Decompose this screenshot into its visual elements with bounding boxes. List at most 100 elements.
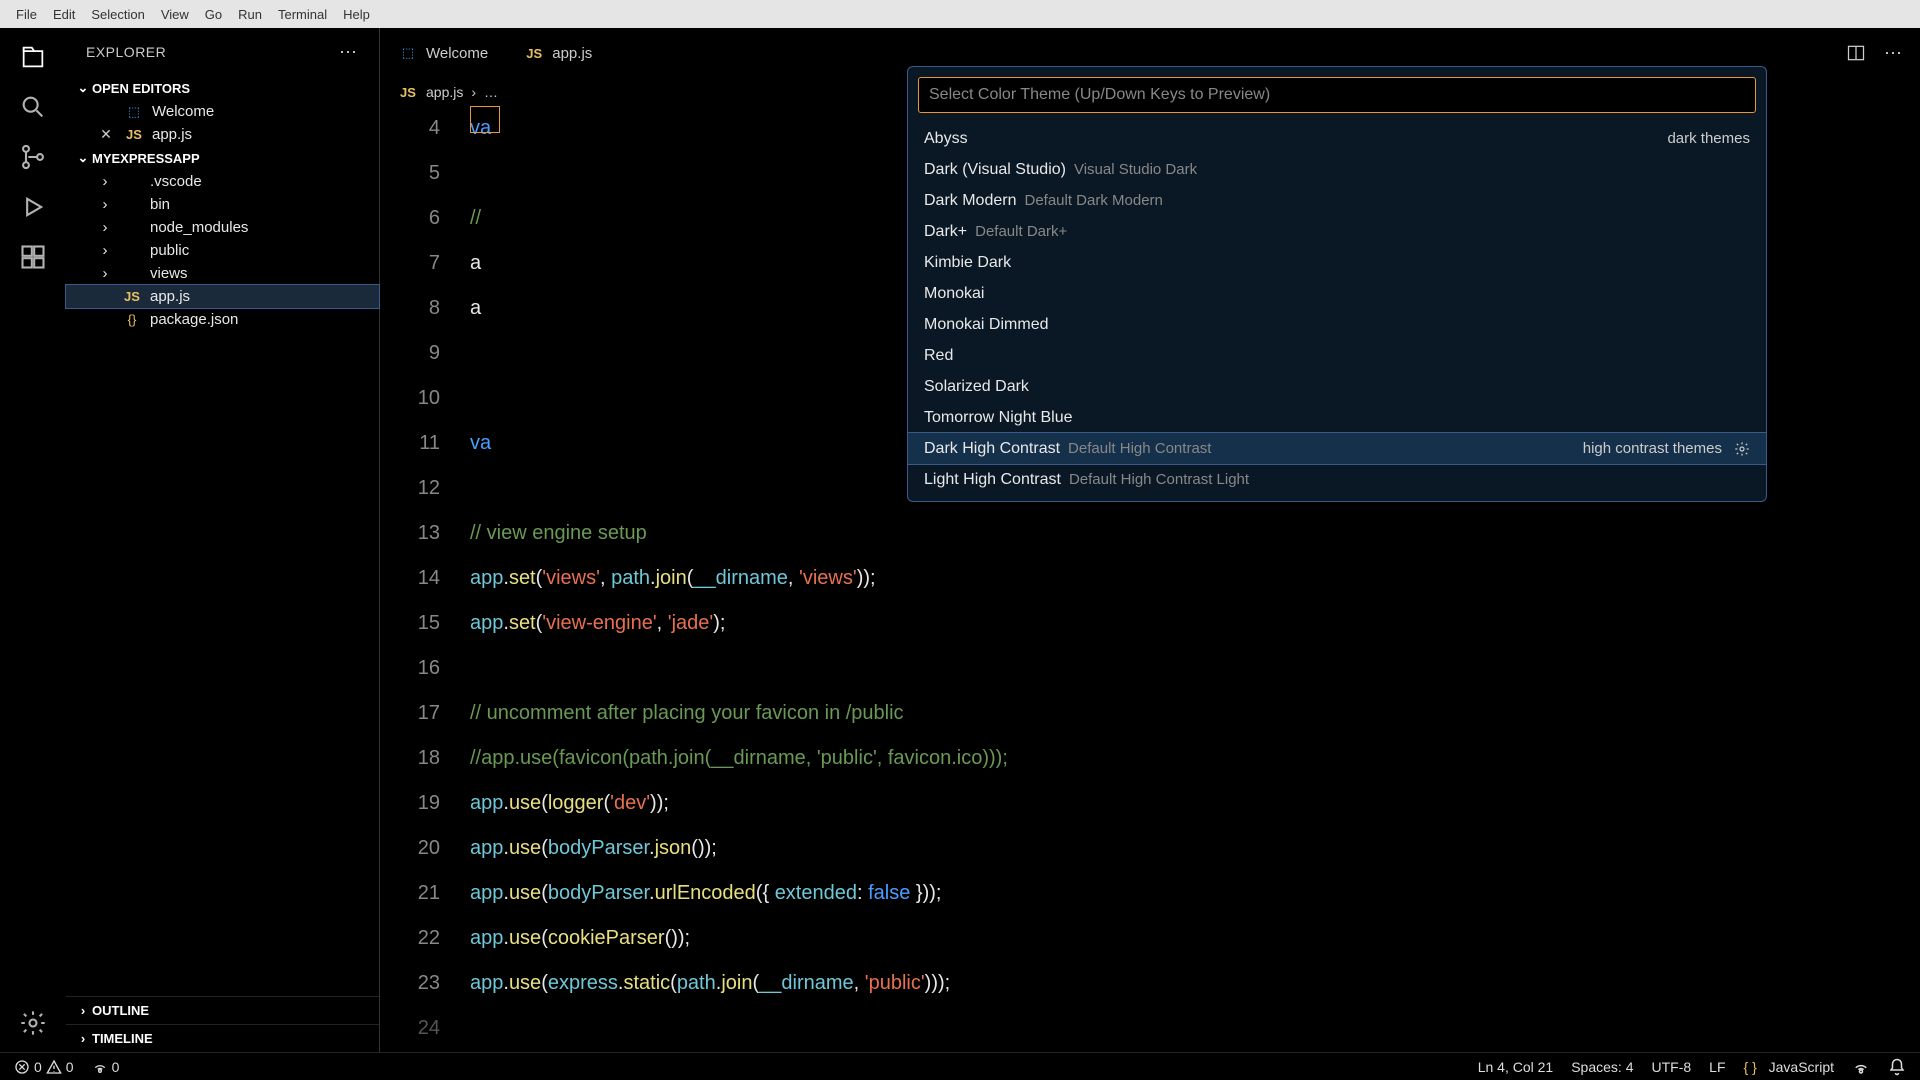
extensions-icon[interactable] (16, 240, 50, 274)
chevron-right-icon: › (96, 219, 114, 236)
menu-go[interactable]: Go (197, 7, 230, 22)
theme-label: Dark High Contrast (924, 440, 1060, 458)
cursor-position[interactable]: Ln 4, Col 21 (1478, 1059, 1554, 1075)
activity-bar (0, 28, 66, 1052)
open-editor-item[interactable]: ⬚Welcome (66, 100, 379, 123)
js-file-icon: JS (524, 46, 544, 61)
search-icon[interactable] (16, 90, 50, 124)
theme-sublabel: Default High Contrast (1068, 440, 1211, 457)
chevron-right-icon: › (96, 196, 114, 213)
menu-selection[interactable]: Selection (83, 7, 152, 22)
feedback-icon[interactable] (1852, 1058, 1870, 1076)
timeline-header[interactable]: › TIMELINE (66, 1024, 379, 1052)
more-icon[interactable]: ⋯ (339, 42, 359, 63)
folder-item[interactable]: › public (66, 239, 379, 262)
theme-option[interactable]: Dark ModernDefault Dark Modern (908, 185, 1766, 216)
theme-sublabel: Default Dark+ (975, 223, 1067, 240)
tab-label: Welcome (426, 45, 488, 62)
theme-option[interactable]: Monokai Dimmed (908, 309, 1766, 340)
tab-welcome[interactable]: ⬚ Welcome (380, 28, 506, 78)
open-editor-item[interactable]: ✕JSapp.js (66, 123, 379, 146)
theme-option[interactable]: Red (908, 340, 1766, 371)
file-label: .vscode (150, 173, 202, 190)
js-file-icon: JS (122, 289, 142, 304)
theme-search-input[interactable]: Select Color Theme (Up/Down Keys to Prev… (918, 77, 1756, 113)
gear-icon[interactable] (1734, 441, 1750, 457)
theme-option[interactable]: Kimbie Dark (908, 247, 1766, 278)
encoding[interactable]: UTF-8 (1651, 1059, 1691, 1075)
theme-label: Red (924, 347, 953, 365)
more-actions-icon[interactable]: ⋯ (1884, 43, 1902, 64)
tab-app.js[interactable]: JS app.js (506, 28, 610, 78)
menu-view[interactable]: View (153, 7, 197, 22)
split-editor-icon[interactable] (1846, 43, 1866, 63)
notifications-icon[interactable] (1888, 1058, 1906, 1076)
menu-run[interactable]: Run (230, 7, 270, 22)
vscode-icon: ⬚ (398, 45, 418, 61)
menu-file[interactable]: File (8, 7, 45, 22)
eol[interactable]: LF (1709, 1059, 1725, 1075)
file-label: views (150, 265, 188, 282)
source-control-icon[interactable] (16, 140, 50, 174)
cursor-highlight (470, 106, 500, 133)
indentation[interactable]: Spaces: 4 (1571, 1059, 1633, 1075)
theme-option[interactable]: Monokai (908, 278, 1766, 309)
theme-label: Solarized Dark (924, 378, 1029, 396)
menu-edit[interactable]: Edit (45, 7, 83, 22)
sidebar-title: EXPLORER ⋯ (66, 28, 379, 76)
chevron-right-icon: › (96, 265, 114, 282)
tab-label: app.js (552, 45, 592, 62)
run-debug-icon[interactable] (16, 190, 50, 224)
menu-terminal[interactable]: Terminal (270, 7, 335, 22)
folder-item[interactable]: › views (66, 262, 379, 285)
json-file-icon: {} (122, 312, 142, 327)
theme-option[interactable]: Abyssdark themes (908, 123, 1766, 154)
theme-option[interactable]: Tomorrow Night Blue (908, 402, 1766, 433)
vscode-icon: ⬚ (124, 104, 144, 120)
theme-option[interactable]: Light High Contrast Default High Contrast… (908, 464, 1766, 495)
menu-help[interactable]: Help (335, 7, 378, 22)
theme-label: Light High Contrast (924, 471, 1061, 489)
statusbar: 0 0 0 Ln 4, Col 21 Spaces: 4 UTF-8 LF { … (0, 1052, 1920, 1080)
theme-option[interactable]: Dark High ContrastDefault High Contrasth… (908, 433, 1766, 464)
theme-sublabel: Default High Contrast Light (1069, 471, 1249, 488)
open-editors-header[interactable]: ⌄ OPEN EDITORS (66, 76, 379, 100)
theme-label: Dark (Visual Studio) (924, 161, 1066, 179)
line-numbers: 456789101112131415161718192021222324 (380, 106, 470, 1052)
menubar: FileEditSelectionViewGoRunTerminalHelp (0, 0, 1920, 28)
file-label: app.js (152, 126, 192, 143)
file-item[interactable]: JS app.js (66, 285, 379, 308)
theme-option[interactable]: Dark (Visual Studio) Visual Studio Dark (908, 154, 1766, 185)
editor: ⬚WelcomeJSapp.js⋯ JS app.js › … 45678910… (380, 28, 1920, 1052)
file-label: public (150, 242, 189, 259)
theme-category: dark themes (1667, 130, 1750, 147)
port-status[interactable]: 0 (92, 1059, 120, 1075)
theme-option[interactable]: Dark+Default Dark+ (908, 216, 1766, 247)
chevron-right-icon: › (96, 242, 114, 259)
folder-item[interactable]: ›bin (66, 193, 379, 216)
chevron-down-icon: ⌄ (74, 150, 92, 166)
workspace-header[interactable]: ⌄ MYEXPRESSAPP (66, 146, 379, 170)
problems-status[interactable]: 0 0 (14, 1059, 74, 1075)
folder-item[interactable]: ›node_modules (66, 216, 379, 239)
js-file-icon: JS (398, 85, 418, 100)
theme-label: Monokai (924, 285, 984, 303)
theme-label: Monokai Dimmed (924, 316, 1048, 334)
chevron-right-icon: › (74, 1003, 92, 1018)
chevron-right-icon: › (74, 1031, 92, 1046)
folder-item[interactable]: › .vscode (66, 170, 379, 193)
file-item[interactable]: {}package.json (66, 308, 379, 331)
theme-label: Kimbie Dark (924, 254, 1011, 272)
settings-gear-icon[interactable] (16, 1006, 50, 1040)
theme-label: Dark Modern (924, 192, 1016, 210)
chevron-down-icon: ⌄ (74, 80, 92, 96)
outline-header[interactable]: › OUTLINE (66, 996, 379, 1024)
file-label: app.js (150, 288, 190, 305)
chevron-right-icon: › (96, 173, 114, 190)
explorer-icon[interactable] (16, 40, 50, 74)
theme-sublabel: Visual Studio Dark (1074, 161, 1197, 178)
close-icon[interactable]: ✕ (96, 126, 116, 143)
color-theme-picker: Select Color Theme (Up/Down Keys to Prev… (907, 66, 1767, 502)
theme-option[interactable]: Solarized Dark (908, 371, 1766, 402)
language-mode[interactable]: { } JavaScript (1744, 1059, 1835, 1075)
